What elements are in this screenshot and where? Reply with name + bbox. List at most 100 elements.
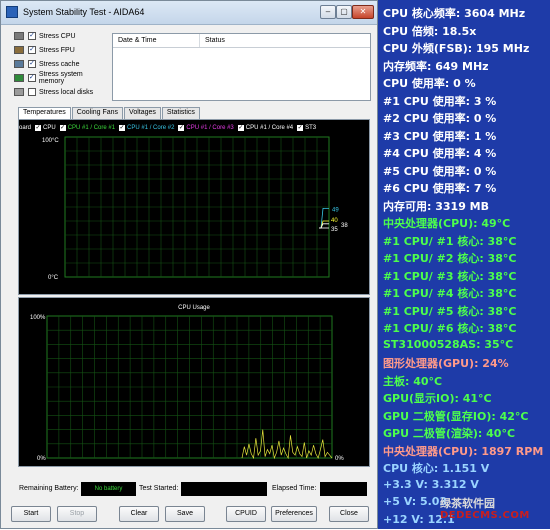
sensor-reading: CPU 使用率: 0 %	[383, 77, 476, 90]
sensor-info-panel: CPU 核心频率: 3604 MHz CPU 倍频: 18.5x CPU 外频(FS…	[378, 0, 550, 529]
legend-checkbox[interactable]: ✓	[119, 125, 126, 131]
legend-checkbox[interactable]: ✓	[297, 125, 304, 131]
status-row: Remaining Battery: No battery Test Start…	[18, 481, 370, 497]
cache-chip-icon	[14, 60, 24, 68]
sensor-reading: #6 CPU 使用率: 7 %	[383, 182, 497, 195]
clear-button[interactable]: Clear	[119, 506, 159, 522]
close-button[interactable]: Close	[329, 506, 369, 522]
legend-label: CPU #1 / Core #4	[245, 125, 294, 131]
stress-checkbox[interactable]	[28, 88, 36, 96]
temperature-end-label: 49	[332, 207, 339, 213]
log-column-status[interactable]: Status	[200, 37, 225, 44]
y-axis-bottom-label: 0%	[37, 456, 46, 462]
disk-drive-icon	[14, 88, 24, 96]
stress-label: Stress FPU	[39, 46, 75, 54]
stress-label: Stress local disks	[39, 88, 94, 96]
temperature-end-label: 38	[341, 223, 348, 229]
legend-item[interactable]: ✓ CPU #1 / Core #1	[59, 123, 116, 133]
tab-statistics[interactable]: Statistics	[161, 107, 200, 119]
y-axis-top-label: 100%	[30, 315, 46, 321]
temperature-legend: oard ✓ CPU ✓ CPU #1 / Core #1 ✓ CPU #1 / Core …	[19, 123, 369, 133]
log-header: Date & Time Status	[113, 34, 370, 48]
battery-value: No battery	[81, 482, 136, 496]
tab-voltages[interactable]: Voltages	[124, 107, 161, 119]
legend-label: CPU	[43, 125, 56, 131]
sensor-reading: #4 CPU 使用率: 4 %	[383, 147, 497, 160]
sensor-reading: #1 CPU 使用率: 3 %	[383, 94, 497, 108]
title-bar[interactable]: System Stability Test - AIDA64 – ▢ ✕	[1, 1, 377, 25]
aida64-app-icon	[6, 6, 18, 18]
sensor-reading: CPU 倍频: 18.5x	[383, 24, 477, 38]
sensor-reading: 图形处理器(GPU): 24%	[383, 357, 509, 370]
preferences-button[interactable]: Preferences	[271, 506, 317, 522]
temperature-graph-panel: oard ✓ CPU ✓ CPU #1 / Core #1 ✓ CPU #1 / Core …	[18, 119, 370, 295]
window-close-button[interactable]: ✕	[352, 5, 374, 19]
sensor-reading: 内存可用: 3319 MB	[383, 199, 490, 213]
sensor-reading: GPU 二极管(显存IO): 42°C	[383, 409, 529, 423]
sensor-reading: 主板: 40°C	[383, 374, 443, 388]
temperature-chart: 100°C 0°C 49 403835	[42, 136, 348, 281]
stress-checkbox[interactable]: ✓	[28, 32, 36, 40]
bottom-button-bar: Start Stop Clear Save CPUID Preferences …	[1, 506, 379, 524]
stress-checkbox[interactable]: ✓	[27, 74, 36, 82]
tab-cooling-fans[interactable]: Cooling Fans	[71, 107, 124, 119]
sensor-reading: #1 CPU/ #5 核心: 38°C	[383, 304, 517, 318]
cpu-usage-graph-panel: CPU Usage 100% 0% 0%	[18, 297, 370, 467]
stress-checkbox[interactable]: ✓	[28, 46, 36, 54]
stability-test-window: System Stability Test - AIDA64 – ▢ ✕ ✓ St…	[0, 0, 378, 529]
legend-checkbox[interactable]: ✓	[178, 125, 185, 131]
minimize-button[interactable]: –	[320, 5, 336, 19]
legend-checkbox[interactable]: ✓	[35, 125, 42, 131]
cpu-usage-chart: CPU Usage 100% 0% 0%	[30, 305, 344, 462]
temperature-series-line	[319, 223, 329, 229]
temperature-series-line	[319, 220, 329, 229]
cpuid-button[interactable]: CPUID	[226, 506, 266, 522]
legend-item[interactable]: ✓ CPU	[35, 123, 56, 133]
sensor-reading: CPU 外频(FSB): 195 MHz	[383, 42, 530, 55]
save-button[interactable]: Save	[165, 506, 205, 522]
stress-label: Stress cache	[39, 60, 80, 68]
sensor-reading: #1 CPU/ #1 核心: 38°C	[383, 234, 517, 248]
sensor-reading: #5 CPU 使用率: 0 %	[383, 164, 497, 178]
stop-button[interactable]: Stop	[57, 506, 97, 522]
stress-option-row[interactable]: ✓ Stress FPU	[14, 44, 75, 56]
stress-option-row[interactable]: ✓ Stress CPU	[14, 30, 76, 42]
stress-option-row[interactable]: ✓ Stress system memory	[14, 71, 109, 85]
sensor-reading: GPU 二极管(渲染): 40°C	[383, 427, 516, 440]
maximize-button[interactable]: ▢	[336, 5, 352, 19]
stress-option-row[interactable]: Stress local disks	[14, 86, 93, 98]
sensor-reading: #3 CPU 使用率: 1 %	[383, 129, 497, 143]
elapsed-time-value	[320, 482, 367, 496]
sensor-reading: #1 CPU/ #3 核心: 38°C	[383, 269, 517, 283]
window-title: System Stability Test - AIDA64	[23, 7, 145, 17]
legend-item[interactable]: ✓ CPU #1 / Core #2	[119, 123, 174, 133]
temperature-end-label: 40	[331, 218, 338, 224]
elapsed-time-label: Elapsed Time:	[272, 485, 317, 492]
y-axis-top-label: 100°C	[42, 138, 59, 144]
sensor-reading: 内存频率: 649 MHz	[383, 59, 489, 73]
legend-item[interactable]: oard	[19, 123, 31, 133]
legend-label: CPU #1 / Core #1	[67, 125, 116, 131]
sensor-reading: #1 CPU/ #6 核心: 38°C	[383, 322, 517, 335]
start-button[interactable]: Start	[11, 506, 51, 522]
legend-label: oard	[19, 125, 32, 131]
legend-item[interactable]: ✓ CPU #1 / Core #4	[237, 123, 294, 133]
sensor-reading: #1 CPU/ #4 核心: 38°C	[383, 287, 517, 300]
legend-label: ST3	[305, 125, 317, 131]
legend-checkbox[interactable]: ✓	[237, 125, 244, 131]
sensor-reading: GPU(显示IO): 41°C	[383, 392, 492, 405]
stress-checkbox[interactable]: ✓	[28, 60, 36, 68]
sensor-reading: #2 CPU 使用率: 0 %	[383, 112, 497, 125]
graph-tabs: Temperatures Cooling Fans Voltages Stati…	[18, 107, 201, 120]
legend-item[interactable]: ✓ CPU #1 / Core #3	[178, 123, 234, 133]
stress-option-row[interactable]: ✓ Stress cache	[14, 58, 79, 70]
event-log-table[interactable]: Date & Time Status	[112, 33, 371, 101]
legend-label: CPU #1 / Core #2	[127, 125, 175, 131]
log-column-date[interactable]: Date & Time	[113, 37, 157, 44]
stress-options: ✓ Stress CPU ✓ Stress FPU ✓ Stress cache ✓ Stre…	[14, 30, 109, 100]
site-watermark: 绿茶软件园 DEDECMS.COM	[432, 494, 550, 529]
y-axis-bottom-label: 0°C	[48, 275, 59, 281]
legend-checkbox[interactable]: ✓	[59, 125, 66, 131]
legend-item[interactable]: ✓ ST3	[297, 123, 316, 133]
cpu-usage-end-label: 0%	[335, 456, 344, 462]
